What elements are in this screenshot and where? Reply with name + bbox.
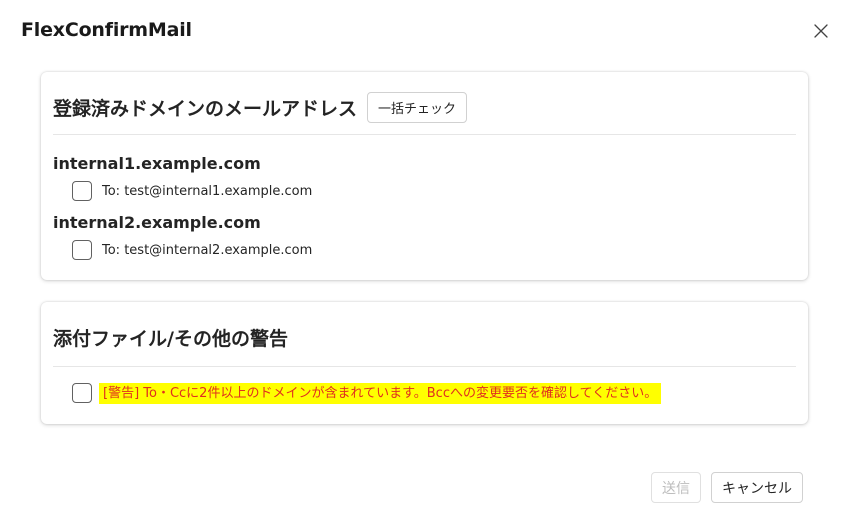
warnings-header: 添付ファイル/その他の警告 (53, 319, 796, 355)
address-row: To: test@internal2.example.com (72, 240, 312, 260)
bulk-check-button[interactable]: 一括チェック (367, 91, 468, 123)
domain-group-name: internal2.example.com (53, 213, 261, 232)
address-label: To: test@internal2.example.com (102, 242, 313, 258)
warning-row: [警告] To・Ccに2件以上のドメインが含まれています。Bccへの変更要否を確… (72, 382, 662, 404)
send-button[interactable]: 送信 (651, 472, 701, 503)
registered-domains-header: 登録済みドメインのメールアドレス 一括チェック (53, 89, 796, 125)
warning-label: [警告] To・Ccに2件以上のドメインが含まれています。Bccへの変更要否を確… (99, 382, 662, 404)
address-row: To: test@internal1.example.com (72, 181, 312, 201)
domain-group-name: internal1.example.com (53, 154, 261, 173)
address-checkbox[interactable] (72, 181, 92, 201)
registered-domains-heading: 登録済みドメインのメールアドレス (53, 97, 358, 120)
confirm-dialog: FlexConfirmMail 登録済みドメインのメールアドレス 一括チェック … (0, 0, 850, 531)
warnings-card: 添付ファイル/その他の警告 [警告] To・Ccに2件以上のドメインが含まれてい… (41, 302, 808, 424)
close-button[interactable] (808, 18, 834, 44)
registered-domains-card: 登録済みドメインのメールアドレス 一括チェック internal1.exampl… (41, 72, 808, 280)
address-label: To: test@internal1.example.com (102, 183, 313, 199)
warning-checkbox[interactable] (72, 383, 92, 403)
close-icon (814, 24, 828, 38)
address-checkbox[interactable] (72, 240, 92, 260)
cancel-button[interactable]: キャンセル (711, 472, 803, 503)
dialog-title: FlexConfirmMail (21, 19, 192, 41)
divider (53, 366, 796, 367)
divider (53, 134, 796, 135)
warnings-heading: 添付ファイル/その他の警告 (53, 327, 288, 350)
